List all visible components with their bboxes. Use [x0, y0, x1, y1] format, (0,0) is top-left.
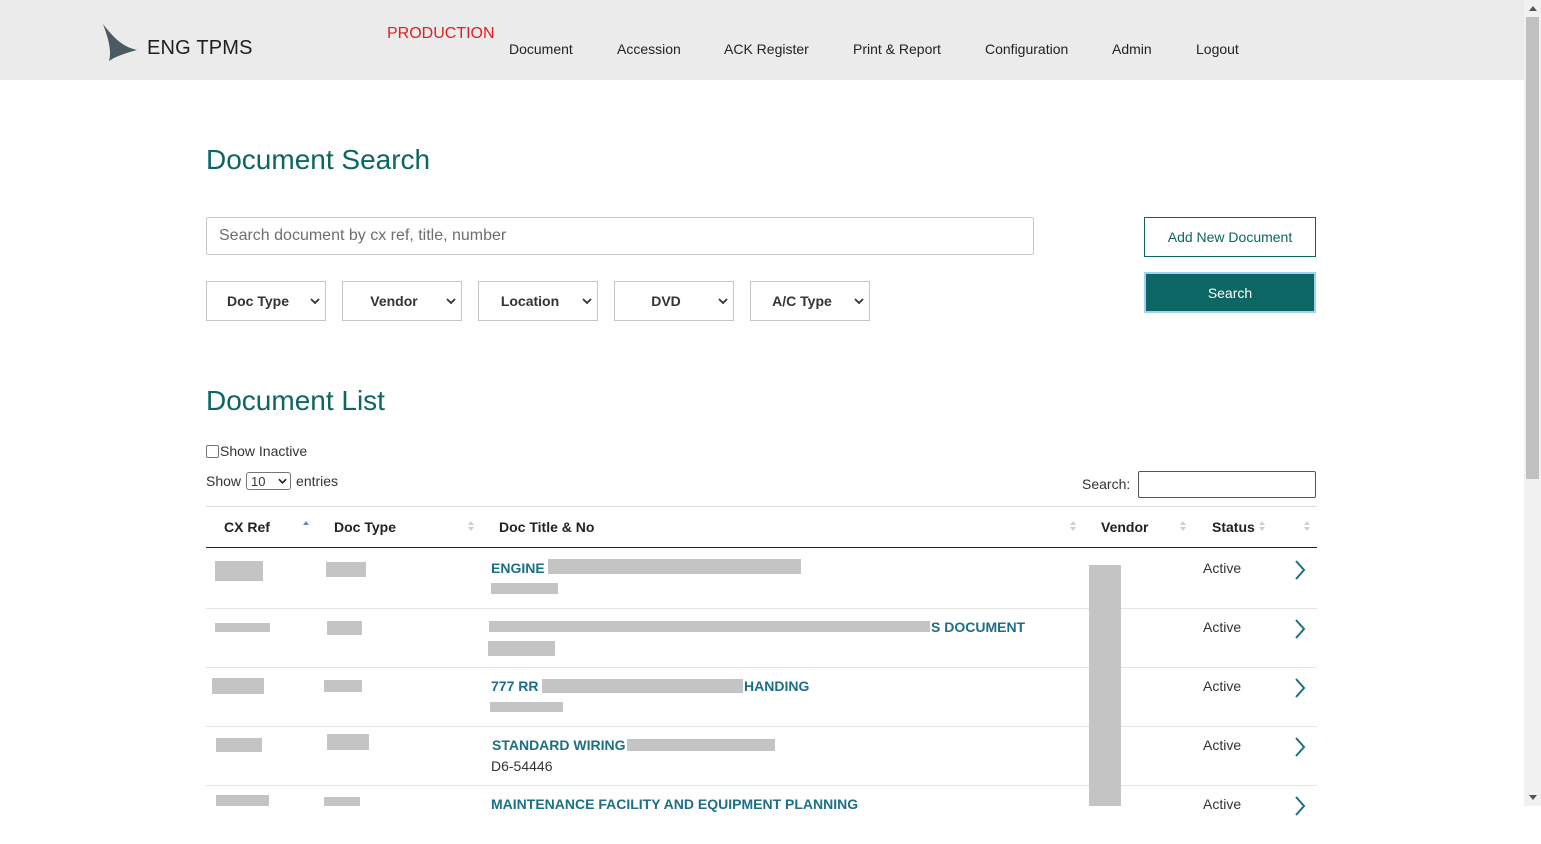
redacted-doc-no	[490, 702, 563, 712]
redacted-title	[548, 559, 801, 574]
ac-type-select[interactable]: A/C Type	[750, 281, 870, 321]
redacted-cx-ref	[215, 561, 263, 581]
logo-icon	[103, 24, 137, 61]
scroll-down-icon[interactable]	[1524, 789, 1541, 806]
entries-select-value: 10	[251, 473, 266, 489]
sort-icon[interactable]	[1179, 519, 1187, 533]
vendor-select-label: Vendor	[370, 293, 418, 309]
redacted-vendor-column	[1089, 565, 1121, 806]
table-row[interactable]: ENGINE Active	[206, 549, 1317, 609]
table-row[interactable]: STANDARD WIRING D6-54446 Active	[206, 726, 1317, 786]
show-inactive-label: Show Inactive	[220, 443, 308, 459]
doc-title-link[interactable]: STANDARD WIRING	[492, 737, 626, 753]
dvd-select[interactable]: DVD	[614, 281, 734, 321]
nav-print-report[interactable]: Print & Report	[853, 41, 941, 57]
environment-label: PRODUCTION	[387, 25, 495, 42]
table-header-bottom-border	[206, 547, 1317, 548]
nav-document[interactable]: Document	[509, 41, 573, 57]
search-button[interactable]: Search	[1144, 272, 1316, 313]
doc-title-link[interactable]: ENGINE	[491, 560, 545, 576]
chevron-down-icon	[713, 298, 733, 304]
status-text: Active	[1203, 796, 1242, 812]
scrollbar-thumb[interactable]	[1526, 17, 1539, 479]
nav-ack-register[interactable]: ACK Register	[724, 41, 809, 57]
redacted-doc-type	[326, 562, 366, 577]
doc-title-link-end[interactable]: HANDING	[744, 678, 809, 694]
sort-icon[interactable]	[1069, 519, 1077, 533]
table-row[interactable]: 777 RR HANDING Active	[206, 667, 1317, 727]
redacted-title	[627, 739, 775, 751]
status-text: Active	[1203, 737, 1242, 753]
redacted-doc-type	[327, 621, 362, 635]
table-search-input[interactable]	[1138, 471, 1316, 498]
entries-control: Show 10 entries	[206, 472, 338, 490]
dvd-select-label: DVD	[651, 293, 681, 309]
nav-admin[interactable]: Admin	[1112, 41, 1152, 57]
chevron-right-icon[interactable]	[1292, 618, 1308, 640]
show-inactive-checkbox[interactable]	[206, 444, 219, 458]
doc-title-link[interactable]: 777 RR	[491, 678, 538, 694]
chevron-down-icon	[849, 298, 869, 304]
sort-icon[interactable]	[467, 519, 475, 533]
top-navbar: ENG TPMS PRODUCTION Document Accession A…	[0, 0, 1524, 80]
document-search-input[interactable]	[206, 217, 1034, 255]
doc-title-link[interactable]: MAINTENANCE FACILITY AND EQUIPMENT PLANN…	[491, 796, 858, 812]
redacted-cx-ref	[216, 795, 269, 806]
location-select-label: Location	[500, 293, 560, 309]
sort-icon[interactable]	[1258, 519, 1266, 533]
app-title: ENG TPMS	[147, 37, 253, 59]
vendor-select[interactable]: Vendor	[342, 281, 462, 321]
show-label: Show	[206, 473, 242, 489]
ac-type-select-label: A/C Type	[772, 293, 832, 309]
entries-label: entries	[296, 473, 339, 489]
chevron-down-icon	[305, 298, 325, 304]
chevron-down-icon	[577, 298, 597, 304]
chevron-right-icon[interactable]	[1292, 559, 1308, 581]
redacted-doc-no	[488, 641, 555, 656]
nav-logout[interactable]: Logout	[1196, 41, 1239, 57]
redacted-cx-ref	[216, 738, 262, 752]
table-row[interactable]: S DOCUMENT Active	[206, 608, 1317, 668]
location-select[interactable]: Location	[478, 281, 598, 321]
table-header-top-border	[206, 506, 1317, 507]
doc-title-link[interactable]: S DOCUMENT	[931, 619, 1025, 635]
column-header-doc-type[interactable]: Doc Type	[334, 519, 396, 535]
redacted-title	[542, 679, 743, 693]
table-search-label: Search:	[1082, 476, 1131, 492]
chevron-right-icon[interactable]	[1292, 736, 1308, 758]
status-text: Active	[1203, 560, 1242, 576]
entries-select[interactable]: 10	[246, 472, 292, 490]
chevron-down-icon	[441, 298, 461, 304]
chevron-right-icon[interactable]	[1292, 677, 1308, 699]
redacted-doc-type	[327, 734, 369, 750]
doc-number: D6-54446	[491, 758, 553, 774]
chevron-down-icon	[278, 478, 287, 484]
redacted-doc-no	[491, 583, 558, 594]
status-text: Active	[1203, 678, 1242, 694]
nav-configuration[interactable]: Configuration	[985, 41, 1068, 57]
doc-type-select-label: Doc Type	[227, 293, 289, 309]
doc-type-select[interactable]: Doc Type	[206, 281, 326, 321]
scroll-up-icon[interactable]	[1524, 0, 1541, 17]
redacted-title	[489, 621, 930, 632]
document-search-title: Document Search	[206, 144, 431, 175]
redacted-doc-type	[324, 680, 362, 692]
document-list-title: Document List	[206, 385, 385, 416]
sort-icon[interactable]	[1303, 519, 1311, 533]
status-text: Active	[1203, 619, 1242, 635]
add-new-document-button[interactable]: Add New Document	[1144, 217, 1316, 257]
nav-accession[interactable]: Accession	[617, 41, 681, 57]
column-header-cx-ref[interactable]: CX Ref	[224, 519, 270, 535]
redacted-doc-type	[324, 797, 360, 806]
show-inactive-toggle[interactable]: Show Inactive	[206, 443, 307, 459]
redacted-cx-ref	[212, 678, 264, 694]
column-header-doc-title[interactable]: Doc Title & No	[499, 519, 594, 535]
column-header-status[interactable]: Status	[1212, 519, 1255, 535]
table-row[interactable]: MAINTENANCE FACILITY AND EQUIPMENT PLANN…	[206, 785, 1317, 844]
column-header-vendor[interactable]: Vendor	[1101, 519, 1148, 535]
sort-icon[interactable]	[302, 519, 310, 533]
chevron-right-icon[interactable]	[1292, 795, 1308, 817]
redacted-cx-ref	[215, 623, 270, 632]
